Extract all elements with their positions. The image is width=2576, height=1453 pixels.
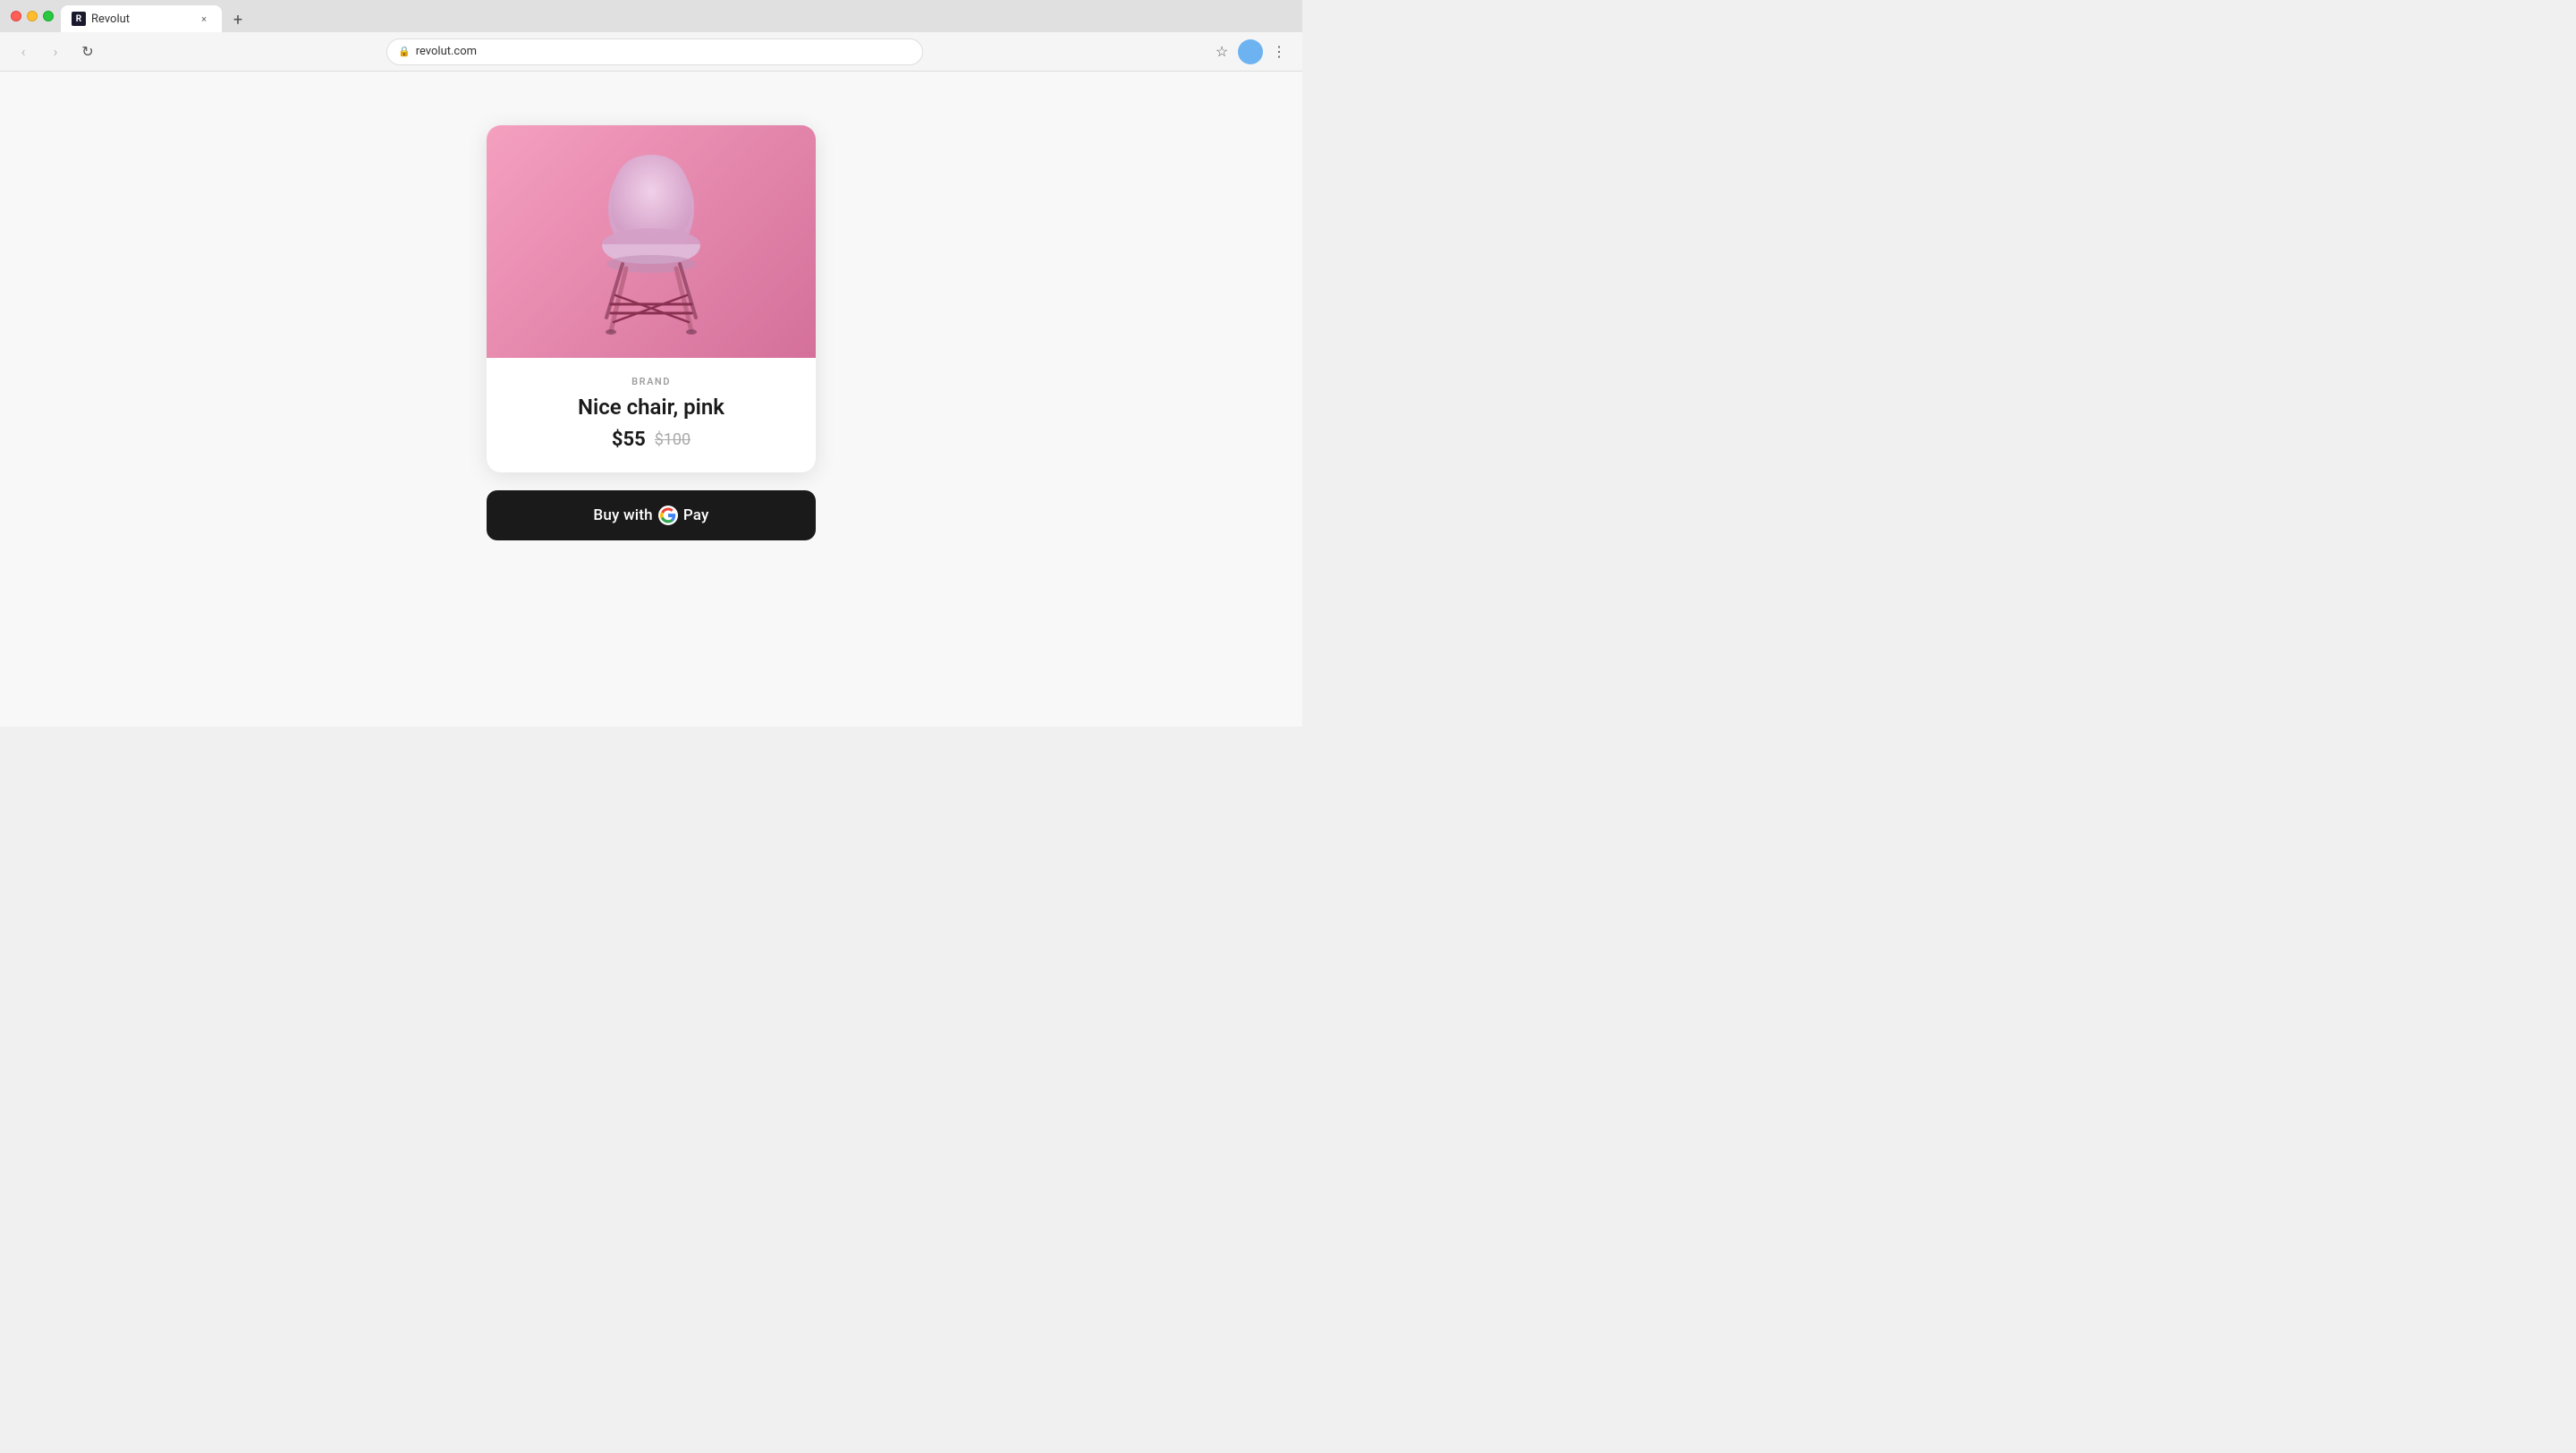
url-text: revolut.com [416,45,477,58]
browser-chrome: R Revolut × + ‹ › ↻ 🔒 revolut.com ☆ ⋮ [0,0,1302,72]
product-name: Nice chair, pink [508,395,794,420]
traffic-lights [11,11,54,21]
minimize-window-button[interactable] [27,11,38,21]
original-price: $100 [655,430,691,449]
address-bar: ‹ › ↻ 🔒 revolut.com ☆ ⋮ [0,32,1302,72]
buy-with-gpay-button[interactable]: Buy with Pay [487,490,816,540]
bookmark-button[interactable]: ☆ [1209,39,1234,64]
google-g-icon [658,506,678,525]
chair-illustration [562,139,741,344]
menu-button[interactable]: ⋮ [1267,39,1292,64]
page-content: BRAND Nice chair, pink $55 $100 Buy with… [0,72,1302,726]
tab-favicon: R [72,12,86,26]
pay-suffix-text: Pay [683,506,709,524]
browser-actions: ☆ ⋮ [1209,39,1292,64]
address-input[interactable]: 🔒 revolut.com [386,38,923,65]
product-card: BRAND Nice chair, pink $55 $100 [487,125,816,472]
product-image [487,125,816,358]
tab-title: Revolut [91,13,191,26]
brand-label: BRAND [508,376,794,387]
tab-close-button[interactable]: × [197,12,211,26]
price-row: $55 $100 [508,429,794,451]
browser-tab[interactable]: R Revolut × [61,5,222,32]
product-info: BRAND Nice chair, pink $55 $100 [487,358,816,451]
new-tab-button[interactable]: + [225,7,250,32]
current-price: $55 [612,429,646,451]
title-bar: R Revolut × + [0,0,1302,32]
maximize-window-button[interactable] [43,11,54,21]
back-button[interactable]: ‹ [11,39,36,64]
lock-icon: 🔒 [398,46,411,57]
buy-prefix-text: Buy with [593,506,652,524]
close-window-button[interactable] [11,11,21,21]
forward-button[interactable]: › [43,39,68,64]
profile-button[interactable] [1238,39,1263,64]
refresh-button[interactable]: ↻ [75,39,100,64]
